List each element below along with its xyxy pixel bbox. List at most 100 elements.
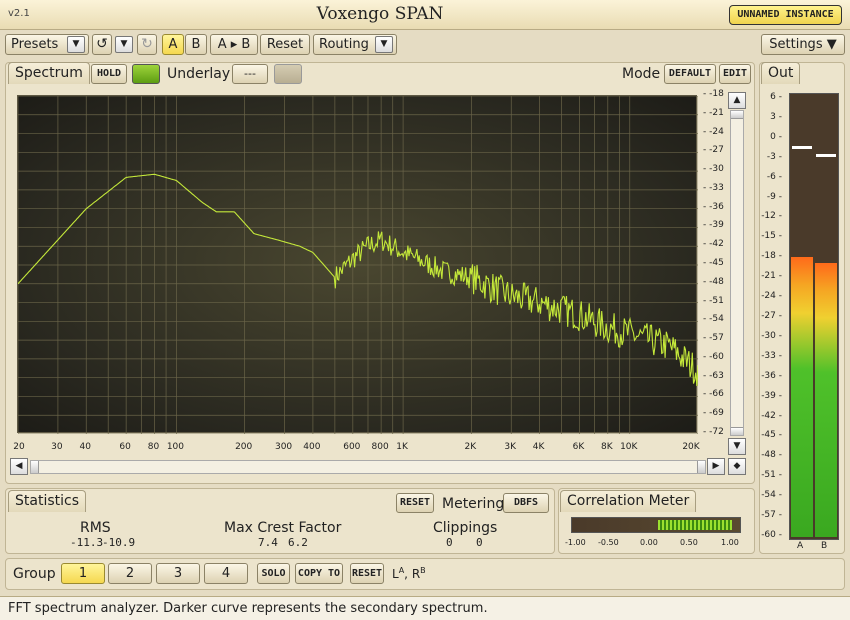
undo-icon[interactable]: ↺ bbox=[92, 34, 112, 55]
x-tick-label: 6K bbox=[572, 442, 585, 452]
instance-name-button[interactable]: UNNAMED INSTANCE bbox=[729, 5, 842, 25]
x-tick-label: 200 bbox=[235, 442, 253, 452]
spectrum-color-swatch[interactable] bbox=[132, 64, 160, 84]
horizontal-scroll-thumb-end[interactable] bbox=[697, 461, 705, 473]
copy-a-to-b-button[interactable]: A ▸ B bbox=[210, 34, 258, 55]
y-tick-label: - -57 bbox=[703, 333, 724, 344]
stats-reset-button[interactable]: RESET bbox=[396, 493, 434, 513]
x-tick-label: 40 bbox=[79, 442, 91, 452]
mode-default-button[interactable]: DEFAULT bbox=[664, 64, 716, 84]
y-tick-label: - -24 bbox=[703, 126, 724, 137]
correlation-tick-label: 0.50 bbox=[680, 538, 698, 547]
y-tick-label: - -39 bbox=[703, 220, 724, 231]
mode-edit-button[interactable]: EDIT bbox=[719, 64, 751, 84]
meter-tick-label: -15 - bbox=[761, 231, 782, 242]
meter-tick-label: -54 - bbox=[761, 490, 782, 501]
metering-dbfs-button[interactable]: DBFS bbox=[503, 493, 549, 513]
vertical-scroll-thumb-end[interactable] bbox=[731, 427, 743, 435]
rms-right-value: -10.9 bbox=[102, 536, 136, 549]
scroll-right-icon[interactable]: ▶ bbox=[707, 458, 725, 475]
tab-correlation-meter[interactable]: Correlation Meter bbox=[560, 490, 697, 512]
correlation-meter-bar bbox=[571, 517, 741, 533]
x-tick-label: 600 bbox=[343, 442, 361, 452]
y-tick-label: - -27 bbox=[703, 145, 724, 156]
channel-r-sup: B bbox=[420, 566, 426, 575]
reset-button[interactable]: Reset bbox=[260, 34, 310, 55]
routing-dropdown-icon[interactable]: ▼ bbox=[375, 36, 393, 53]
tab-statistics[interactable]: Statistics bbox=[8, 490, 86, 512]
meter-tick-label: -27 - bbox=[761, 311, 782, 321]
x-tick-label: 4K bbox=[532, 442, 545, 452]
settings-dropdown-icon: ▼ bbox=[826, 37, 837, 52]
settings-button[interactable]: Settings ▼ bbox=[761, 34, 845, 55]
y-tick-label: - -45 bbox=[703, 258, 724, 268]
x-tick-label: 20K bbox=[682, 442, 700, 452]
rms-label: RMS bbox=[80, 520, 111, 536]
meter-bar-a bbox=[791, 256, 813, 537]
x-tick-label: 3K bbox=[504, 442, 517, 452]
zoom-reset-icon[interactable]: ◆ bbox=[728, 458, 746, 475]
solo-button[interactable]: SOLO bbox=[257, 563, 290, 584]
x-tick-label: 20 bbox=[13, 442, 25, 452]
meter-tick-label: -30 - bbox=[761, 330, 782, 341]
underlay-label: Underlay bbox=[167, 66, 231, 82]
x-tick-label: 1K bbox=[396, 442, 408, 452]
peak-hold-b bbox=[816, 154, 836, 157]
tab-spectrum[interactable]: Spectrum bbox=[8, 62, 90, 84]
y-tick-label: - -33 bbox=[703, 182, 724, 193]
hold-button[interactable]: HOLD bbox=[91, 64, 127, 84]
correlation-tick-label: -1.00 bbox=[565, 538, 586, 547]
y-tick-label: - -36 bbox=[703, 201, 724, 212]
scroll-down-icon[interactable]: ▼ bbox=[728, 438, 746, 455]
spectrum-graph[interactable] bbox=[17, 95, 699, 435]
correlation-fill bbox=[658, 520, 732, 530]
meter-tick-label: -21 - bbox=[761, 271, 782, 282]
scroll-up-icon[interactable]: ▲ bbox=[728, 92, 746, 109]
x-tick-label: 300 bbox=[274, 442, 293, 452]
x-tick-label: 30 bbox=[51, 442, 63, 452]
y-tick-label: - -21 bbox=[703, 107, 724, 118]
vertical-scroll-thumb[interactable] bbox=[731, 111, 743, 119]
group-2-button[interactable]: 2 bbox=[108, 563, 152, 584]
meter-tick-label: -39 - bbox=[761, 390, 782, 401]
group-1-button[interactable]: 1 bbox=[61, 563, 105, 584]
meter-tick-label: -6 - bbox=[766, 171, 782, 182]
preset-b-button[interactable]: B bbox=[185, 34, 207, 55]
metering-label: Metering bbox=[442, 496, 505, 512]
group-reset-button[interactable]: RESET bbox=[350, 563, 384, 584]
meter-tick-label: -24 - bbox=[761, 291, 782, 302]
routing-label: Routing bbox=[319, 37, 369, 52]
rms-left-value: -11.3 bbox=[70, 536, 104, 549]
redo-icon[interactable]: ↻ bbox=[137, 34, 157, 55]
meter-tick-label: -18 - bbox=[761, 251, 782, 262]
presets-dropdown-icon[interactable]: ▼ bbox=[67, 36, 85, 53]
clippings-left-value: 0 bbox=[446, 536, 453, 549]
max-crest-factor-label: Max Crest Factor bbox=[224, 520, 342, 536]
output-meter bbox=[789, 93, 839, 540]
channel-a-label: A bbox=[797, 541, 804, 551]
underlay-select[interactable]: --- bbox=[232, 64, 268, 84]
vertical-scrollbar[interactable] bbox=[730, 110, 744, 436]
undo-dropdown-icon[interactable]: ▼ bbox=[115, 36, 133, 53]
y-tick-label: - -42 bbox=[703, 239, 724, 250]
x-tick-label: 2K bbox=[464, 442, 477, 452]
y-tick-label: - -72 bbox=[703, 427, 724, 437]
x-tick-label: 10K bbox=[620, 442, 638, 452]
y-tick-label: - -63 bbox=[703, 370, 724, 381]
preset-a-button[interactable]: A bbox=[162, 34, 184, 55]
tab-out[interactable]: Out bbox=[761, 62, 801, 84]
horizontal-scroll-thumb[interactable] bbox=[31, 461, 39, 473]
channel-l-label: L bbox=[392, 567, 399, 581]
horizontal-scrollbar[interactable] bbox=[30, 460, 706, 474]
meter-tick-label: -48 - bbox=[761, 450, 782, 461]
x-tick-label: 100 bbox=[166, 442, 185, 452]
y-tick-label: - -54 bbox=[703, 314, 724, 325]
channel-separator: , bbox=[404, 567, 408, 581]
scroll-left-icon[interactable]: ◀ bbox=[10, 458, 28, 475]
group-4-button[interactable]: 4 bbox=[204, 563, 248, 584]
underlay-color-swatch[interactable] bbox=[274, 64, 302, 84]
y-tick-label: - -60 bbox=[703, 351, 724, 362]
group-3-button[interactable]: 3 bbox=[156, 563, 200, 584]
meter-bar-b bbox=[815, 263, 837, 537]
copy-to-button[interactable]: COPY TO bbox=[295, 563, 343, 584]
